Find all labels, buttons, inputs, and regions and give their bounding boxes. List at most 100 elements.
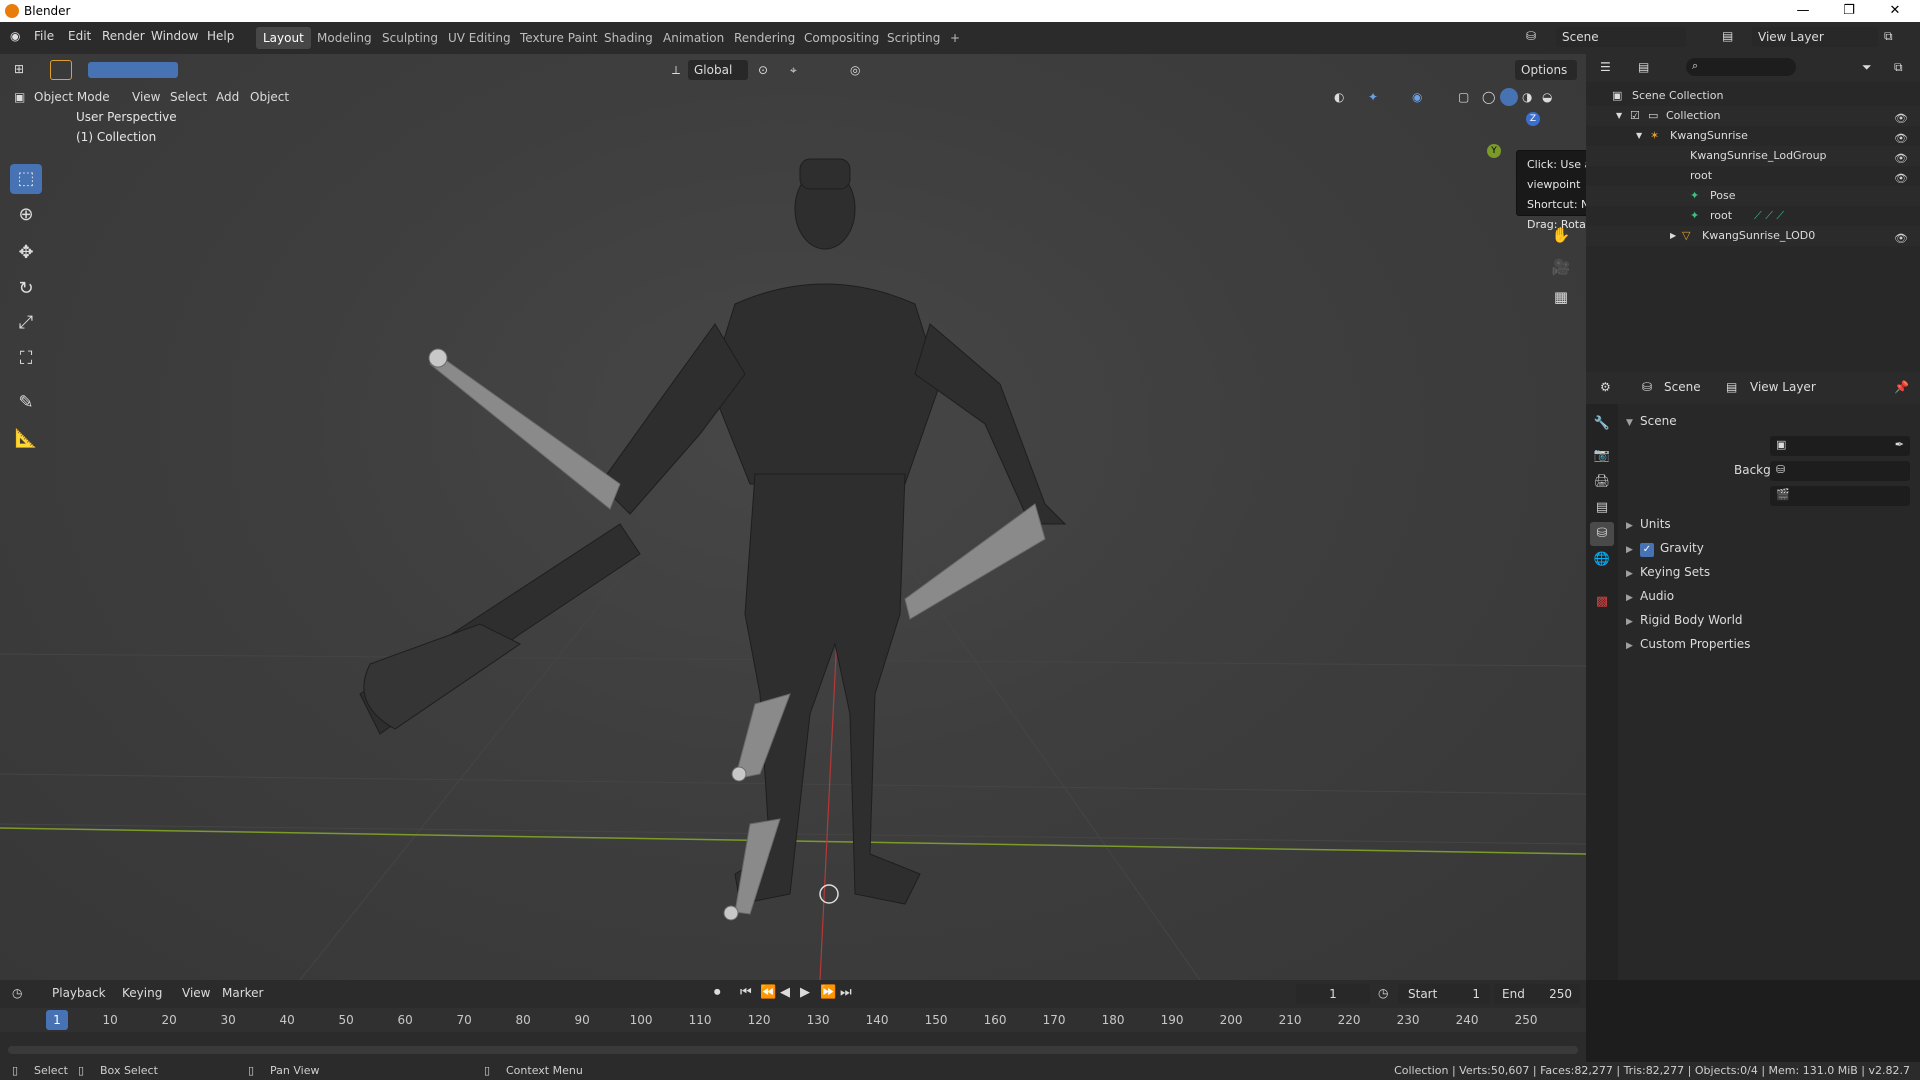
select-box-tool-icon[interactable]: ⬚ <box>10 164 42 194</box>
tab-shading[interactable]: Shading <box>597 27 660 49</box>
jump-end-icon[interactable]: ⏭ <box>840 985 852 1000</box>
tab-layout[interactable]: Layout <box>256 27 311 49</box>
editor-type-icon[interactable]: ⊞ <box>14 62 24 76</box>
tab-rendering[interactable]: Rendering <box>727 27 802 49</box>
new-view-layer-icon[interactable]: ⧉ <box>1884 29 1893 44</box>
custom-properties-section[interactable]: ▶ Custom Properties <box>1626 637 1750 651</box>
measure-tool-icon[interactable]: 📐 <box>10 424 42 454</box>
jump-start-icon[interactable]: ⏮ <box>740 985 752 1000</box>
expand-arrow-icon[interactable]: ▼ <box>1636 126 1642 146</box>
menu-timeline-view[interactable]: View <box>182 986 210 1000</box>
mode-icon[interactable]: ▣ <box>14 90 25 104</box>
active-clip-field[interactable]: 🎬 <box>1770 486 1910 506</box>
filter-icon[interactable]: ⏷ <box>1862 60 1872 75</box>
output-tab-icon[interactable]: 🖨 <box>1590 470 1614 494</box>
gravity-section[interactable]: ▶ ✓ Gravity <box>1626 541 1704 557</box>
character-model[interactable] <box>359 158 1067 905</box>
gizmo-y-axis[interactable]: Y <box>1487 144 1501 158</box>
menu-render[interactable]: Render <box>102 29 145 43</box>
outliner-row-kwangsunrise[interactable]: ▼ ✶ KwangSunrise 👁 <box>1586 126 1920 146</box>
3d-viewport[interactable]: ⊞ ⟂ Global ⊙ ⌖ ◎ Options ▣ Object Mode V… <box>0 54 1586 980</box>
current-frame-field[interactable]: 1 <box>1296 984 1370 1004</box>
rigid-body-world-section[interactable]: ▶ Rigid Body World <box>1626 613 1743 627</box>
menu-object[interactable]: Object <box>250 90 289 104</box>
wireframe-shading-icon[interactable]: ◯ <box>1482 90 1495 104</box>
timeline-scrollbar[interactable] <box>8 1046 1578 1054</box>
tab-texture-paint[interactable]: Texture Paint <box>513 27 604 49</box>
scene-tab-icon[interactable]: ⛁ <box>1590 522 1614 546</box>
minimize-button[interactable]: — <box>1780 0 1826 22</box>
proportional-edit-icon[interactable]: ◎ <box>850 63 860 77</box>
transform-orientation-icon[interactable]: ⟂ <box>672 63 680 78</box>
object-mode-dropdown[interactable]: Object Mode <box>34 90 110 104</box>
rendered-shading-icon[interactable]: ◒ <box>1542 90 1552 104</box>
scale-tool-icon[interactable]: ⤢ <box>10 308 42 338</box>
view-layer-tab-icon[interactable]: ▤ <box>1590 496 1614 520</box>
record-button-icon[interactable]: ⏺ <box>714 985 721 1000</box>
texture-tab-icon[interactable]: ▩ <box>1590 590 1614 614</box>
outliner-row-pose[interactable]: ✦ Pose <box>1586 186 1920 206</box>
selection-mode-buttons[interactable] <box>88 62 178 78</box>
expand-arrow-icon[interactable]: ▶ <box>1670 226 1676 246</box>
options-dropdown[interactable]: Options <box>1515 60 1577 80</box>
audio-section[interactable]: ▶ Audio <box>1626 589 1674 603</box>
properties-editor-type-icon[interactable]: ⚙ <box>1600 380 1611 394</box>
tool-tab-icon[interactable]: 🔧 <box>1590 412 1614 436</box>
tab-sculpting[interactable]: Sculpting <box>375 27 445 49</box>
menu-view[interactable]: View <box>132 90 160 104</box>
play-reverse-icon[interactable]: ◀ <box>780 985 790 1000</box>
solid-shading-icon[interactable] <box>1500 88 1518 106</box>
outliner-row-root[interactable]: root 👁 <box>1586 166 1920 186</box>
world-tab-icon[interactable]: 🌐 <box>1590 548 1614 572</box>
menu-add[interactable]: Add <box>216 90 239 104</box>
play-icon[interactable]: ▶ <box>800 985 810 1000</box>
menu-marker[interactable]: Marker <box>222 986 263 1000</box>
eyedropper-icon[interactable]: ✒ <box>1895 438 1904 451</box>
tab-animation[interactable]: Animation <box>656 27 731 49</box>
view-layer-browse-icon[interactable]: ▤ <box>1722 29 1733 43</box>
menu-file[interactable]: File <box>34 29 54 43</box>
units-section[interactable]: ▶ Units <box>1626 517 1671 531</box>
blender-menu-icon[interactable]: ◉ <box>10 29 20 43</box>
keying-sets-section[interactable]: ▶ Keying Sets <box>1626 565 1710 579</box>
timeline-editor-type-icon[interactable]: ◷ <box>12 986 22 1000</box>
scene-browse-icon[interactable]: ⛁ <box>1526 29 1536 43</box>
overlays-toggle-icon[interactable]: ◉ <box>1412 90 1422 104</box>
tab-uv-editing[interactable]: UV Editing <box>441 27 518 49</box>
start-frame-field[interactable]: Start 1 <box>1398 984 1490 1004</box>
scene-section-header[interactable]: ▼ Scene <box>1626 414 1677 428</box>
move-tool-icon[interactable]: ✥ <box>10 238 42 268</box>
annotate-tool-icon[interactable]: ✎ <box>10 388 42 418</box>
xray-toggle-icon[interactable]: ▢ <box>1458 90 1469 104</box>
orthographic-toggle-icon[interactable]: ▦ <box>1548 284 1574 310</box>
tab-modeling[interactable]: Modeling <box>310 27 379 49</box>
outliner-search-input[interactable]: ⌕ <box>1686 58 1796 76</box>
tab-compositing[interactable]: Compositing <box>797 27 886 49</box>
transform-tool-icon[interactable]: ⛶ <box>10 344 42 374</box>
menu-keying[interactable]: Keying <box>122 986 162 1000</box>
auto-keying-clock-icon[interactable]: ◷ <box>1378 986 1388 1000</box>
eye-icon[interactable]: 👁 <box>1894 229 1908 249</box>
expand-arrow-icon[interactable]: ▼ <box>1616 106 1622 126</box>
menu-select[interactable]: Select <box>170 90 207 104</box>
rotate-tool-icon[interactable]: ↻ <box>10 274 42 304</box>
add-workspace-button[interactable]: + <box>943 27 967 49</box>
transform-orientation-dropdown[interactable]: Global <box>688 60 748 80</box>
camera-view-icon[interactable]: 🎥 <box>1548 254 1574 280</box>
outliner-row-lod0[interactable]: ▶ ▽ KwangSunrise_LOD0 👁 <box>1586 226 1920 246</box>
collection-checkbox[interactable]: ☑ <box>1630 106 1640 126</box>
gravity-checkbox[interactable]: ✓ <box>1640 543 1654 557</box>
tweak-tool-icon[interactable] <box>50 60 72 80</box>
gizmo-z-axis[interactable]: Z <box>1526 112 1540 126</box>
maximize-button[interactable]: ❐ <box>1826 0 1872 22</box>
outliner-editor-type-icon[interactable]: ☰ <box>1600 60 1611 74</box>
jump-keyframe-back-icon[interactable]: ⏪ <box>760 985 776 1000</box>
tab-scripting[interactable]: Scripting <box>880 27 947 49</box>
menu-help[interactable]: Help <box>207 29 234 43</box>
menu-edit[interactable]: Edit <box>68 29 91 43</box>
view-layer-selector[interactable]: View Layer <box>1752 27 1878 47</box>
cursor-tool-icon[interactable]: ⊕ <box>10 200 42 230</box>
jump-keyframe-forward-icon[interactable]: ⏩ <box>820 985 836 1000</box>
end-frame-field[interactable]: End 250 <box>1494 984 1580 1004</box>
gizmo-toggle-icon[interactable]: ✦ <box>1368 90 1378 104</box>
